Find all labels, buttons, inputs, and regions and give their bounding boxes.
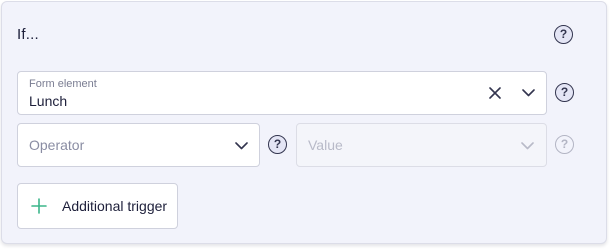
form-element-label: Form element	[29, 78, 97, 90]
value-select: Value	[296, 123, 547, 167]
add-trigger-label: Additional trigger	[62, 198, 168, 214]
condition-title: If...	[17, 26, 39, 43]
plus-icon	[31, 198, 47, 214]
operator-placeholder: Operator	[29, 137, 85, 153]
chevron-down-icon[interactable]	[522, 89, 535, 97]
value-placeholder: Value	[308, 137, 343, 153]
condition-help-icon[interactable]: ?	[554, 25, 573, 44]
chevron-down-icon	[521, 142, 534, 150]
clear-icon[interactable]	[489, 87, 501, 99]
condition-panel: If... ? Form element Lunch ? Operator ? …	[1, 1, 607, 244]
operator-select[interactable]: Operator	[17, 123, 260, 167]
form-element-help-icon[interactable]: ?	[555, 83, 574, 102]
form-element-select[interactable]: Form element Lunch	[17, 71, 547, 115]
chevron-down-icon[interactable]	[235, 142, 248, 150]
form-element-value: Lunch	[29, 93, 68, 109]
add-trigger-button[interactable]: Additional trigger	[17, 183, 178, 229]
value-help-icon: ?	[555, 135, 574, 154]
operator-help-icon[interactable]: ?	[268, 135, 287, 154]
